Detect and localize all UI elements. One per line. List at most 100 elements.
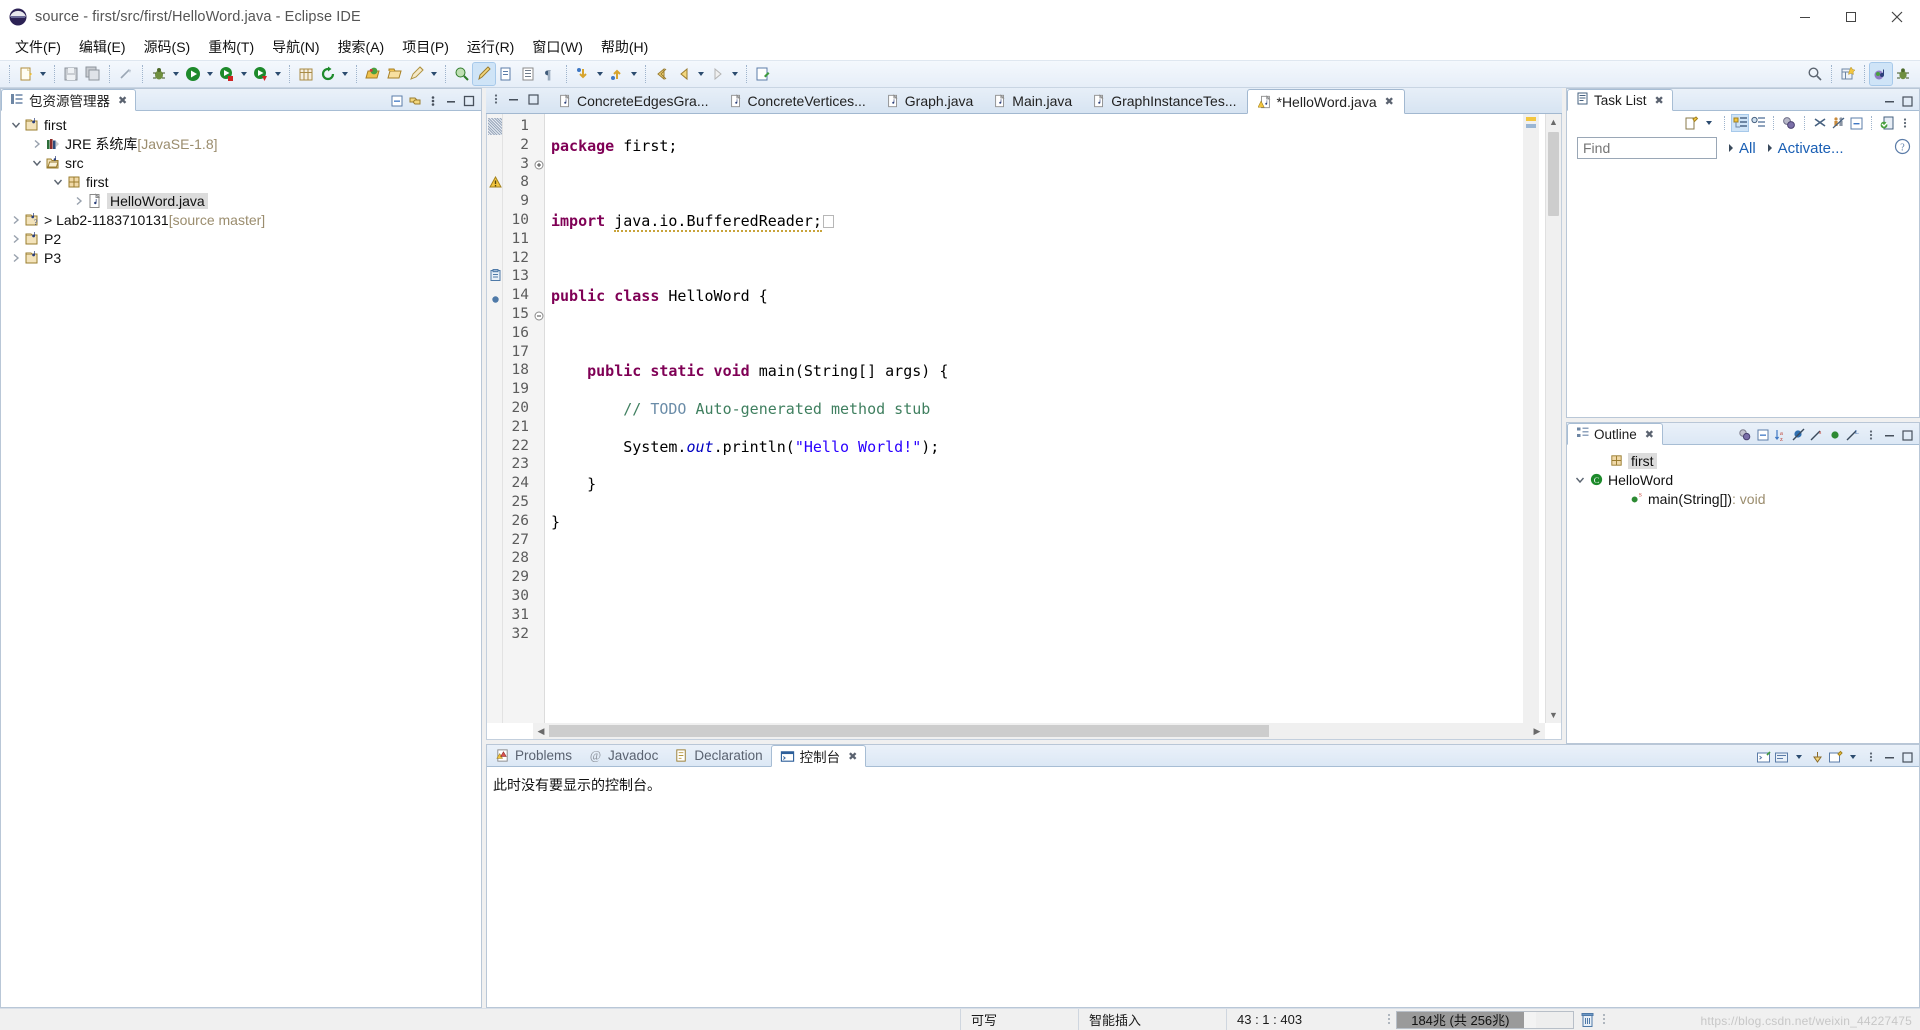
maximize-icon[interactable] — [1899, 427, 1915, 443]
menu-navigate[interactable]: 导航(N) — [263, 34, 328, 60]
menu-file[interactable]: 文件(F) — [6, 34, 70, 60]
new-task-icon[interactable] — [1683, 115, 1699, 131]
warning-marker-icon[interactable] — [489, 175, 502, 192]
bottom-tab--[interactable]: 控制台 ✖ — [770, 745, 867, 767]
bottom-tab-declaration[interactable]: Declaration — [666, 744, 770, 766]
filter-all[interactable]: All — [1727, 140, 1756, 157]
outline-item-main-string-[interactable]: Smain(String[]) : void — [1567, 489, 1919, 508]
menu-window[interactable]: 窗口(W) — [523, 34, 592, 60]
editor-body[interactable]: 1 2 3 8 9 10 11 12 13 14 15 16 17 18 19 20 21 22 23 24 25 26 2… — [486, 114, 1562, 740]
tree-item--lab2-1183710131[interactable]: ? > Lab2-1183710131 [source master] — [1, 210, 481, 229]
chevron-down-icon[interactable] — [1845, 749, 1861, 765]
menu-source[interactable]: 源码(S) — [135, 34, 200, 60]
menu-help[interactable]: 帮助(H) — [592, 34, 657, 60]
open-type-icon[interactable] — [362, 63, 384, 85]
minimize-icon[interactable] — [1881, 93, 1897, 109]
find-input[interactable] — [1577, 137, 1717, 159]
debug-dropdown[interactable] — [170, 63, 182, 85]
refresh-dropdown[interactable] — [339, 63, 351, 85]
chevron-down-icon[interactable] — [1573, 475, 1587, 485]
debug-perspective-icon[interactable] — [1892, 63, 1914, 85]
status-drag-handle[interactable] — [1386, 1009, 1392, 1030]
editor-marker-column[interactable] — [487, 114, 503, 723]
tab-task-list[interactable]: Task List ✖ — [1567, 89, 1673, 111]
next-annotation-icon[interactable] — [572, 63, 594, 85]
collapse-all-icon[interactable] — [1848, 115, 1864, 131]
horizontal-scroll-thumb[interactable] — [549, 725, 1269, 737]
previous-annotation-icon[interactable] — [606, 63, 628, 85]
minimize-icon[interactable] — [443, 93, 459, 109]
new-java-project-icon[interactable] — [295, 63, 317, 85]
editor-tabs[interactable]: ConcreteEdgesGra... ConcreteVertices... Gr… — [548, 89, 1405, 114]
editor-code-content[interactable]: package first; import java.io.BufferedRe… — [545, 114, 1523, 723]
new-java-class-icon[interactable] — [495, 63, 517, 85]
new-wizard-dropdown[interactable] — [37, 63, 49, 85]
minimize-button[interactable] — [1782, 0, 1828, 34]
last-edit-location-icon[interactable] — [752, 63, 774, 85]
collapse-all-icon[interactable] — [389, 93, 405, 109]
focus-icon[interactable] — [1737, 427, 1753, 443]
chevron-right-icon[interactable] — [72, 196, 86, 206]
menu-run[interactable]: 运行(R) — [458, 34, 523, 60]
show-whitespace-icon[interactable]: ¶ — [539, 63, 561, 85]
bottom-tab-javadoc[interactable]: @ Javadoc — [580, 744, 666, 766]
run-icon[interactable] — [182, 63, 204, 85]
hide-static-icon[interactable]: s — [1809, 427, 1825, 443]
scroll-down-arrow[interactable]: ▼ — [1546, 707, 1561, 723]
hide-nonpublic-icon[interactable] — [1827, 427, 1843, 443]
package-explorer-tree[interactable]: first JRE 系统库 [JavaSE-1.8] src first HelloWo… — [1, 111, 481, 267]
next-annotation-dropdown[interactable] — [594, 63, 606, 85]
chevron-down-icon[interactable] — [51, 177, 65, 187]
new-wizard-icon[interactable] — [15, 63, 37, 85]
edit-dropdown[interactable] — [428, 63, 440, 85]
coverage-dropdown[interactable] — [238, 63, 250, 85]
refresh-icon[interactable] — [317, 63, 339, 85]
editor-tab-concreteedgesgra-[interactable]: ConcreteEdgesGra... — [548, 89, 719, 113]
minimize-icon[interactable] — [507, 93, 520, 109]
view-menu-icon[interactable] — [492, 92, 500, 109]
editor-tab-graphinstancetes-[interactable]: GraphInstanceTes... — [1082, 89, 1246, 113]
editor-tab--helloword-java[interactable]: *HelloWord.java ✖ — [1246, 89, 1405, 114]
menu-edit[interactable]: 编辑(E) — [70, 34, 135, 60]
collapse-all-icon[interactable] — [1755, 427, 1771, 443]
close-icon[interactable]: ✖ — [118, 94, 127, 107]
chevron-down-icon[interactable] — [30, 158, 44, 168]
close-icon[interactable]: ✖ — [1655, 94, 1664, 107]
display-selected-console-icon[interactable] — [1773, 749, 1789, 765]
outline-item-first[interactable]: first — [1567, 451, 1919, 470]
editor-overview-ruler[interactable] — [1523, 114, 1539, 723]
tab-package-explorer[interactable]: 包资源管理器 ✖ — [1, 89, 137, 111]
back-icon[interactable] — [651, 63, 673, 85]
editor-horizontal-scrollbar[interactable]: ◀ ▶ — [533, 723, 1545, 739]
search-icon[interactable] — [451, 63, 473, 85]
minimize-icon[interactable] — [1881, 749, 1897, 765]
back-dropdown[interactable] — [695, 63, 707, 85]
save-all-icon[interactable] — [82, 63, 104, 85]
fold-collapse-icon[interactable] — [534, 309, 544, 324]
chevron-down-icon[interactable] — [1701, 115, 1717, 131]
focus-icon[interactable] — [1830, 115, 1846, 131]
tree-item-p3[interactable]: P3 — [1, 248, 481, 267]
view-menu-icon[interactable] — [425, 93, 441, 109]
trash-icon[interactable] — [1574, 1009, 1601, 1030]
save-icon[interactable] — [60, 63, 82, 85]
tree-item-p2[interactable]: P2 — [1, 229, 481, 248]
scheduled-icon[interactable] — [1750, 115, 1766, 131]
tree-item-src[interactable]: src — [1, 153, 481, 172]
chevron-right-icon[interactable] — [9, 234, 23, 244]
tree-item-first[interactable]: first — [1, 172, 481, 191]
outline-body[interactable]: first C HelloWord Smain(String[]) : void — [1567, 445, 1919, 743]
chevron-right-icon[interactable] — [9, 253, 23, 263]
filter-icon[interactable] — [1812, 115, 1828, 131]
scroll-right-arrow[interactable]: ▶ — [1529, 723, 1545, 739]
new-console-view-icon[interactable] — [1827, 749, 1843, 765]
chevron-right-icon[interactable] — [30, 139, 44, 149]
external-tools-icon[interactable] — [250, 63, 272, 85]
fold-expand-icon[interactable] — [534, 158, 544, 173]
maximize-icon[interactable] — [1899, 93, 1915, 109]
console-body[interactable]: 此时没有要显示的控制台。 — [487, 767, 1919, 1007]
edit-icon[interactable] — [406, 63, 428, 85]
todo-task-icon[interactable] — [489, 269, 502, 285]
close-button[interactable] — [1874, 0, 1920, 34]
tree-item-helloword-java[interactable]: HelloWord.java — [1, 191, 481, 210]
